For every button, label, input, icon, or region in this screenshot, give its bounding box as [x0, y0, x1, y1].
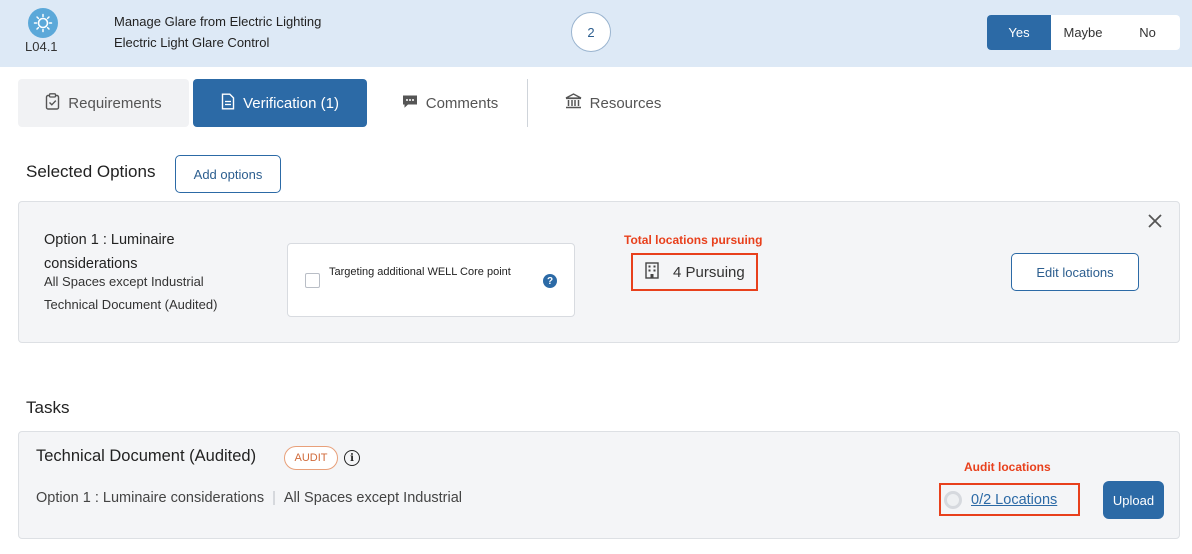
no-button[interactable]: No: [1115, 15, 1180, 50]
locations-status: 0/2 Locations: [939, 483, 1080, 516]
pursuing-label: 4 Pursuing: [673, 263, 745, 281]
tab-divider: [527, 79, 528, 127]
option-name: Option 1 : Luminaire considerations: [44, 232, 175, 272]
tab-requirements[interactable]: Requirements: [18, 79, 189, 127]
yes-button[interactable]: Yes: [987, 15, 1051, 50]
tab-label: Comments: [425, 94, 499, 112]
option-card: Option 1 : Luminaire considerations All …: [18, 201, 1180, 343]
task-option: Option 1 : Luminaire considerations: [36, 490, 265, 506]
task-title: Technical Document (Audited): [36, 447, 257, 465]
tasks-heading: Tasks: [26, 398, 70, 417]
tab-label: Verification (1): [243, 94, 339, 112]
task-card: Technical Document (Audited) AUDIT i Opt…: [18, 431, 1180, 539]
tab-verification[interactable]: Verification (1): [193, 79, 367, 127]
response-toggle: Yes Maybe No: [987, 15, 1180, 50]
add-options-button[interactable]: Add options: [175, 155, 281, 193]
option-document: Technical Document (Audited): [44, 297, 218, 312]
bank-icon: [565, 93, 582, 113]
core-point-checkbox[interactable]: [305, 273, 320, 288]
locations-link[interactable]: 0/2 Locations: [971, 492, 1057, 508]
help-icon[interactable]: ?: [543, 274, 557, 288]
separator: |: [272, 490, 276, 506]
tab-label: Resources: [589, 94, 662, 112]
feature-code: L04.1: [25, 39, 58, 54]
comment-icon: [402, 94, 418, 113]
tab-label: Requirements: [68, 94, 162, 112]
clipboard-check-icon: [45, 92, 60, 114]
audit-badge: AUDIT: [284, 446, 338, 470]
selected-options-heading: Selected Options: [26, 162, 156, 181]
audit-locations-annotation: Audit locations: [964, 460, 1051, 474]
edit-locations-button[interactable]: Edit locations: [1011, 253, 1139, 291]
total-locations-annotation: Total locations pursuing: [624, 233, 763, 247]
upload-button[interactable]: Upload: [1103, 481, 1164, 519]
close-icon[interactable]: [1145, 212, 1165, 232]
points-badge: 2: [571, 12, 611, 52]
tab-resources[interactable]: Resources: [548, 79, 678, 127]
maybe-button[interactable]: Maybe: [1051, 15, 1115, 50]
task-detail: Option 1 : Luminaire considerations | Al…: [36, 490, 462, 506]
feature-title: Manage Glare from Electric Lighting: [114, 14, 322, 29]
core-point-label: Targeting additional WELL Core point: [329, 266, 511, 278]
light-bulb-icon: [28, 8, 58, 38]
tab-comments[interactable]: Comments: [385, 79, 515, 127]
core-point-box: Targeting additional WELL Core point ?: [287, 243, 575, 317]
building-icon: [645, 261, 659, 283]
progress-circle-icon: [944, 490, 962, 509]
feature-subtitle: Electric Light Glare Control: [114, 35, 270, 50]
task-spaces: All Spaces except Industrial: [283, 490, 463, 506]
feature-header: L04.1 Manage Glare from Electric Lightin…: [0, 0, 1192, 67]
pursuing-count: 4 Pursuing: [631, 253, 758, 291]
option-spaces: All Spaces except Industrial: [44, 274, 204, 289]
info-icon[interactable]: i: [344, 450, 360, 466]
document-icon: [221, 93, 235, 114]
